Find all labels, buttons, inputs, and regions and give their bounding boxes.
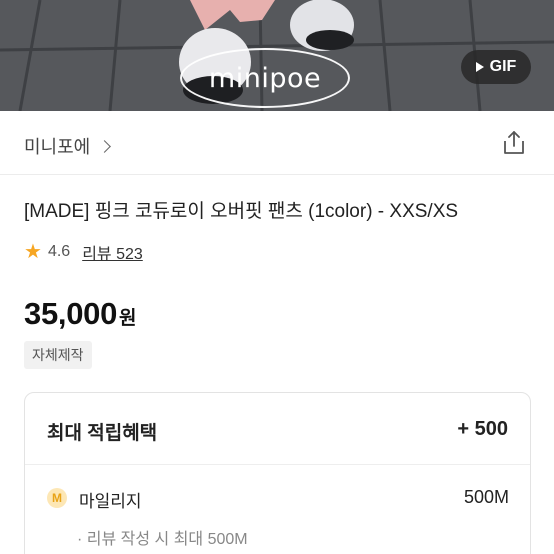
share-icon[interactable]: [500, 129, 528, 157]
product-image[interactable]: minipoe GIF: [0, 0, 554, 111]
chevron-right-icon: [98, 139, 112, 153]
watermark-text: minipoe: [208, 62, 322, 94]
price: 35,000 원: [24, 296, 137, 332]
brand-watermark: minipoe: [180, 48, 350, 108]
mileage-label: 마일리지: [79, 492, 142, 511]
benefit-value: + 500: [457, 418, 508, 440]
price-unit: 원: [119, 308, 137, 329]
play-icon: [475, 62, 484, 72]
star-icon: ★: [24, 241, 42, 263]
benefit-header: 최대 적립혜택 + 500: [25, 393, 530, 465]
shop-link[interactable]: 미니포에: [24, 133, 112, 159]
mileage-icon: M: [47, 488, 67, 508]
product-title: [MADE] 핑크 코듀로이 오버핏 팬츠 (1color) - XXS/XS: [24, 201, 459, 222]
shop-name: 미니포에: [24, 137, 91, 157]
mileage-row: M 마일리지 500M: [47, 485, 509, 511]
gif-label: GIF: [489, 58, 517, 75]
rating-row: ★ 4.6 리뷰 523: [24, 240, 143, 264]
gif-play-button[interactable]: GIF: [461, 50, 531, 84]
benefit-label: 최대 적립혜택: [47, 423, 158, 444]
mileage-note: · 리뷰 작성 시 최대 500M: [77, 531, 248, 548]
price-amount: 35,000: [24, 296, 118, 331]
benefit-box: 최대 적립혜택 + 500 M 마일리지 500M · 리뷰 작성 시 최대 5…: [24, 392, 531, 554]
product-tag: 자체제작: [24, 341, 92, 369]
shop-bar: 미니포에: [0, 111, 554, 175]
rating-score: 4.6: [47, 243, 71, 260]
review-link[interactable]: 리뷰 523: [82, 240, 143, 264]
mileage-value: 500M: [463, 487, 509, 507]
